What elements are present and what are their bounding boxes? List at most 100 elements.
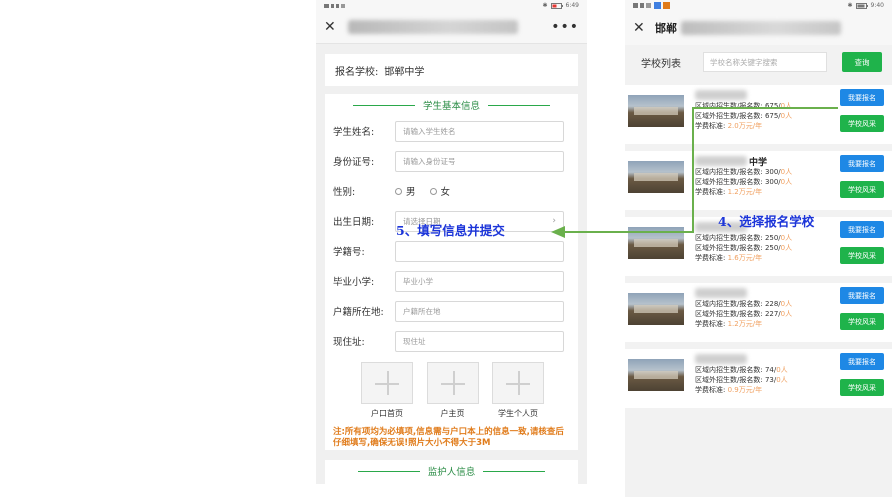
divider [352, 104, 415, 106]
radio-circle-icon [395, 187, 402, 195]
status-time: 9:40 [870, 2, 884, 9]
quota-text: 区域内招生数/报名数: 228/ [695, 300, 781, 308]
list-label: 学校列表 [641, 58, 681, 70]
school-name: 中学 [695, 155, 768, 168]
in-area-quota: 区域内招生数/报名数: 675/0人 [695, 101, 792, 111]
id-number-input[interactable]: 请输入身份证号 [395, 150, 564, 172]
more-options-icon[interactable]: ••• [551, 19, 579, 35]
tuition: 学费标准: 1.2万元/年 [695, 187, 762, 197]
fee-value: 2.0万元/年 [727, 122, 763, 130]
school-photo [628, 161, 684, 193]
school-name-text: 中学 [749, 157, 768, 168]
status-right: ✱ 6:49 [542, 2, 579, 9]
applied-count: 0人 [780, 310, 793, 318]
blurred-name [695, 354, 747, 364]
close-icon[interactable]: ✕ [633, 20, 647, 36]
school-style-button[interactable]: 学校风采 [840, 379, 884, 396]
fee-label: 学费标准: [695, 188, 726, 196]
school-style-button[interactable]: 学校风采 [840, 181, 884, 198]
blurred-name [695, 90, 747, 100]
gender-female-radio[interactable]: 女 [429, 184, 451, 198]
in-area-quota: 区域内招生数/报名数: 74/0人 [695, 365, 788, 375]
apply-button[interactable]: 我要报名 [840, 155, 884, 172]
close-icon[interactable]: ✕ [324, 19, 338, 35]
fee-value: 1.2万元/年 [727, 188, 763, 196]
school-style-button[interactable]: 学校风采 [840, 313, 884, 330]
blurred-page-title [681, 21, 841, 35]
tuition: 学费标准: 0.9万元/年 [695, 385, 762, 395]
add-photo-button[interactable] [426, 362, 479, 404]
school-style-button[interactable]: 学校风采 [840, 115, 884, 132]
signal-app-icons [633, 2, 670, 9]
fee-value: 1.6万元/年 [727, 254, 763, 262]
search-button[interactable]: 查询 [842, 52, 882, 72]
add-photo-button[interactable] [361, 362, 413, 404]
blurred-page-title [348, 20, 518, 34]
upload-student-page: 学生个人页 [488, 362, 548, 419]
applied-count: 0人 [780, 112, 793, 120]
signal-icons [633, 2, 677, 9]
field-label: 户籍所在地: [333, 307, 384, 318]
field-row-name: 学生姓名: 请输入学生姓名 [333, 116, 570, 146]
list-item: 区域内招生数/报名数: 74/0人 区域外招生数/报名数: 73/0人 学费标准… [625, 349, 892, 408]
gender-radio-group: 男 女 [395, 184, 450, 198]
tuition: 学费标准: 1.6万元/年 [695, 253, 762, 263]
student-name-input[interactable]: 请输入学生姓名 [395, 120, 564, 142]
field-label: 学生姓名: [333, 127, 375, 138]
battery-icon [550, 2, 563, 9]
upload-householder-page: 户主页 [423, 362, 483, 419]
step5-annotation: 5、填写信息并提交 [396, 223, 505, 238]
tuition: 学费标准: 2.0万元/年 [695, 121, 762, 131]
in-area-quota: 区域内招生数/报名数: 300/0人 [695, 167, 792, 177]
divider [483, 470, 546, 472]
battery-icon [855, 2, 868, 9]
applied-count: 0人 [780, 300, 793, 308]
apply-button[interactable]: 我要报名 [840, 353, 884, 370]
field-label: 现住址: [333, 337, 365, 348]
school-name [695, 353, 749, 365]
status-time: 6:49 [565, 2, 579, 9]
field-label: 身份证号: [333, 157, 375, 168]
student-info-form: 学生基本信息 学生姓名: 请输入学生姓名 身份证号: 请输入身份证号 性别: 男… [325, 94, 578, 450]
applied-count: 0人 [776, 366, 788, 374]
page-title: 邯郸 [655, 22, 677, 35]
school-style-button[interactable]: 学校风采 [840, 247, 884, 264]
school-photo [628, 227, 684, 259]
current-address-input[interactable]: 现住址 [395, 330, 564, 352]
upload-caption: 学生个人页 [498, 409, 538, 418]
school-name [695, 89, 749, 101]
photo-uploads: 户口首页 户主页 学生个人页 [333, 356, 570, 419]
section-header-student: 学生基本信息 [333, 94, 570, 116]
school-photo [628, 95, 684, 127]
apply-button[interactable]: 我要报名 [840, 221, 884, 238]
field-label: 出生日期: [333, 217, 375, 228]
quota-text: 区域外招生数/报名数: 250/ [695, 244, 781, 252]
apply-button[interactable]: 我要报名 [840, 89, 884, 106]
add-photo-button[interactable] [492, 362, 544, 404]
placeholder-text: 请输入身份证号 [403, 156, 456, 166]
field-label: 毕业小学: [333, 277, 375, 288]
gender-male-radio[interactable]: 男 [395, 184, 416, 198]
radio-label: 男 [406, 187, 416, 198]
step4-annotation: 4、选择报名学校 [718, 214, 815, 229]
school-photo [628, 359, 684, 391]
apply-button[interactable]: 我要报名 [840, 287, 884, 304]
placeholder-text: 毕业小学 [403, 276, 433, 286]
quota-text: 区域外招生数/报名数: 73/ [695, 376, 777, 384]
list-item: 区域内招生数/报名数: 228/0人 区域外招生数/报名数: 227/0人 学费… [625, 283, 892, 342]
school-list: 区域内招生数/报名数: 675/0人 区域外招生数/报名数: 675/0人 学费… [625, 85, 892, 408]
divider [357, 470, 420, 472]
out-area-quota: 区域外招生数/报名数: 250/0人 [695, 243, 792, 253]
quota-text: 区域内招生数/报名数: 74/ [695, 366, 777, 374]
household-location-input[interactable]: 户籍所在地 [395, 300, 564, 322]
form-note: 注:所有项均为必填项,信息需与户口本上的信息一致,请核查后仔细填写,确保无误!照… [333, 427, 564, 448]
student-number-input[interactable] [395, 240, 564, 262]
primary-school-input[interactable]: 毕业小学 [395, 270, 564, 292]
radio-label: 女 [440, 187, 451, 198]
school-search-input[interactable]: 学校名称关键字搜索 [703, 52, 827, 72]
chevron-right-icon: › [552, 216, 556, 226]
school-name [695, 287, 749, 299]
signal-icons [324, 3, 346, 9]
blurred-name [695, 156, 747, 166]
out-area-quota: 区域外招生数/报名数: 73/0人 [695, 375, 788, 385]
